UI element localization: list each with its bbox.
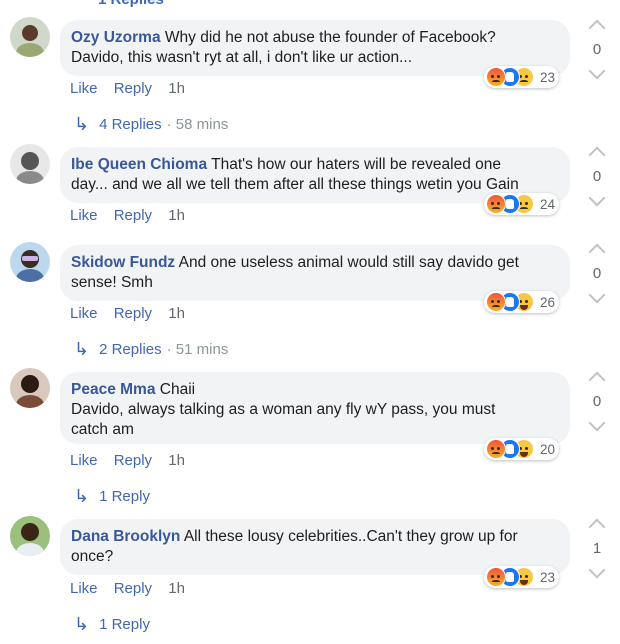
reply-arrow-icon: ↳ (74, 114, 90, 134)
downvote-icon[interactable] (588, 561, 606, 579)
comment-text: sense! Smh (71, 274, 153, 291)
comment-time[interactable]: 1h (168, 80, 185, 97)
angry-reaction-icon (486, 67, 506, 87)
comment-actions: Like Reply 1h (70, 452, 197, 469)
vote-control: 0 (583, 371, 611, 432)
angry-reaction-icon (486, 439, 506, 459)
upvote-icon[interactable] (588, 146, 606, 164)
downvote-icon[interactable] (588, 414, 606, 432)
reaction-summary[interactable]: 24 (484, 193, 560, 215)
angry-reaction-icon (486, 194, 506, 214)
comment-author[interactable]: Peace Mma (71, 381, 155, 398)
comment-text: day... and we all we tell them after all… (71, 176, 519, 193)
vote-control: 0 (583, 146, 611, 207)
avatar[interactable] (10, 17, 50, 57)
comment-text: That's how our haters will be revealed o… (211, 156, 501, 173)
reaction-count: 23 (540, 69, 556, 85)
reply-button[interactable]: Reply (114, 452, 152, 469)
angry-reaction-icon (486, 567, 506, 587)
like-button[interactable]: Like (70, 305, 98, 322)
comment-text: And one useless animal would still say d… (178, 254, 519, 271)
comment-text: Chaii (159, 381, 196, 398)
comment-bubble: Peace Mma Chaii Davido, always talking a… (60, 372, 570, 444)
vote-count: 0 (592, 393, 602, 410)
comment-time[interactable]: 1h (168, 452, 185, 469)
comment-text: catch am (71, 421, 134, 438)
vote-count: 1 (592, 540, 602, 557)
reaction-count: 26 (540, 294, 556, 310)
reaction-summary[interactable]: 23 (484, 566, 560, 588)
like-button[interactable]: Like (70, 580, 98, 597)
avatar[interactable] (10, 516, 50, 556)
view-replies-link[interactable]: ↳ 4 Replies · 58 mins (74, 114, 228, 135)
vote-count: 0 (592, 168, 602, 185)
comment-text: Why did he not abuse the founder of Face… (164, 29, 496, 46)
view-replies-link[interactable]: ↳ 1 Reply (74, 486, 150, 507)
downvote-icon[interactable] (588, 62, 606, 80)
reaction-summary[interactable]: 23 (484, 66, 560, 88)
comment-author[interactable]: Skidow Fundz (71, 254, 175, 271)
vote-control: 1 (583, 518, 611, 579)
downvote-icon[interactable] (588, 286, 606, 304)
replies-time: · 51 mins (166, 341, 229, 358)
comment-time[interactable]: 1h (168, 305, 185, 322)
reaction-summary[interactable]: 20 (484, 438, 560, 460)
comment-text: All these lousy celebrities..Can't they … (183, 528, 518, 545)
comment-time[interactable]: 1h (168, 580, 185, 597)
vote-count: 0 (592, 41, 602, 58)
comment-author[interactable]: Dana Brooklyn (71, 528, 180, 545)
reply-arrow-icon: ↳ (74, 486, 90, 506)
view-replies-link[interactable]: ↳ 2 Replies · 51 mins (74, 339, 228, 360)
view-replies-link[interactable]: ↳ 1 Reply (74, 614, 150, 635)
comment-text: once? (71, 548, 114, 565)
comment-text: Davido, always talking as a woman any fl… (71, 401, 496, 418)
downvote-icon[interactable] (588, 189, 606, 207)
avatar[interactable] (10, 368, 50, 408)
replies-count[interactable]: 1 Reply (99, 488, 150, 505)
vote-control: 0 (583, 243, 611, 304)
upvote-icon[interactable] (588, 19, 606, 37)
reply-button[interactable]: Reply (114, 207, 152, 224)
vote-count: 0 (592, 265, 602, 282)
comment-actions: Like Reply 1h (70, 305, 197, 322)
avatar[interactable] (10, 242, 50, 282)
comment-actions: Like Reply 1h (70, 80, 197, 97)
comment-text: Davido, this wasn't ryt at all, i don't … (71, 49, 413, 66)
upvote-icon[interactable] (588, 243, 606, 261)
comment-actions: Like Reply 1h (70, 580, 197, 597)
vote-control: 0 (583, 19, 611, 80)
avatar[interactable] (10, 144, 50, 184)
comment-author[interactable]: Ibe Queen Chioma (71, 156, 207, 173)
comment-author[interactable]: Ozy Uzorma (71, 29, 161, 46)
like-button[interactable]: Like (70, 80, 98, 97)
like-button[interactable]: Like (70, 452, 98, 469)
reaction-count: 23 (540, 569, 556, 585)
reply-button[interactable]: Reply (114, 305, 152, 322)
replies-count[interactable]: 2 Replies (99, 341, 162, 358)
angry-reaction-icon (486, 292, 506, 312)
comment-actions: Like Reply 1h (70, 207, 197, 224)
reply-arrow-icon: ↳ (74, 339, 90, 359)
reply-button[interactable]: Reply (114, 580, 152, 597)
previous-replies-link[interactable]: 1 Replies (98, 0, 164, 8)
replies-count[interactable]: 1 Reply (99, 616, 150, 633)
replies-count[interactable]: 4 Replies (99, 116, 162, 133)
reaction-count: 24 (540, 196, 556, 212)
reaction-count: 20 (540, 441, 556, 457)
reply-button[interactable]: Reply (114, 80, 152, 97)
upvote-icon[interactable] (588, 518, 606, 536)
upvote-icon[interactable] (588, 371, 606, 389)
reply-arrow-icon: ↳ (74, 614, 90, 634)
replies-time: · 58 mins (166, 116, 229, 133)
reaction-summary[interactable]: 26 (484, 291, 560, 313)
like-button[interactable]: Like (70, 207, 98, 224)
comment-time[interactable]: 1h (168, 207, 185, 224)
